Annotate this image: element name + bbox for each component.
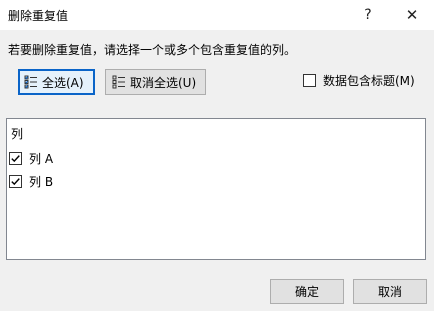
checkmark-icon [11,178,20,186]
select-all-icon [24,75,37,89]
checkmark-icon [11,155,20,163]
close-icon: ✕ [405,6,419,24]
has-headers-label: 数据包含标题(M) [323,74,415,88]
unselect-all-button[interactable]: 取消全选(U) [105,69,206,95]
dialog-title: 删除重复值 [8,9,69,23]
ok-button[interactable]: 确定 [270,279,344,304]
list-item-column-b[interactable]: 列 B [9,173,53,190]
list-column-header: 列 [11,127,24,141]
cancel-label: 取消 [377,285,402,299]
has-headers-checkbox[interactable] [303,74,316,87]
columns-list[interactable]: 列 列 A 列 B [6,118,426,260]
unselect-all-icon [112,75,125,89]
help-button[interactable]: ? [346,0,390,30]
column-a-checkbox[interactable] [9,152,22,165]
column-b-label: 列 B [29,175,54,189]
title-bar: 删除重复值 ? ✕ [0,0,434,30]
cancel-button[interactable]: 取消 [353,279,427,304]
ok-label: 确定 [294,285,319,299]
list-item-column-a[interactable]: 列 A [9,150,53,167]
close-button[interactable]: ✕ [390,0,434,30]
select-all-button[interactable]: 全选(A) [18,69,95,95]
select-all-label: 全选(A) [42,75,84,90]
column-a-label: 列 A [29,152,54,166]
column-b-checkbox[interactable] [9,175,22,188]
instruction-text: 若要删除重复值，请选择一个或多个包含重复值的列。 [8,43,297,57]
unselect-all-label: 取消全选(U) [130,75,197,90]
help-icon: ? [364,7,372,23]
has-headers-option[interactable]: 数据包含标题(M) [303,72,415,89]
